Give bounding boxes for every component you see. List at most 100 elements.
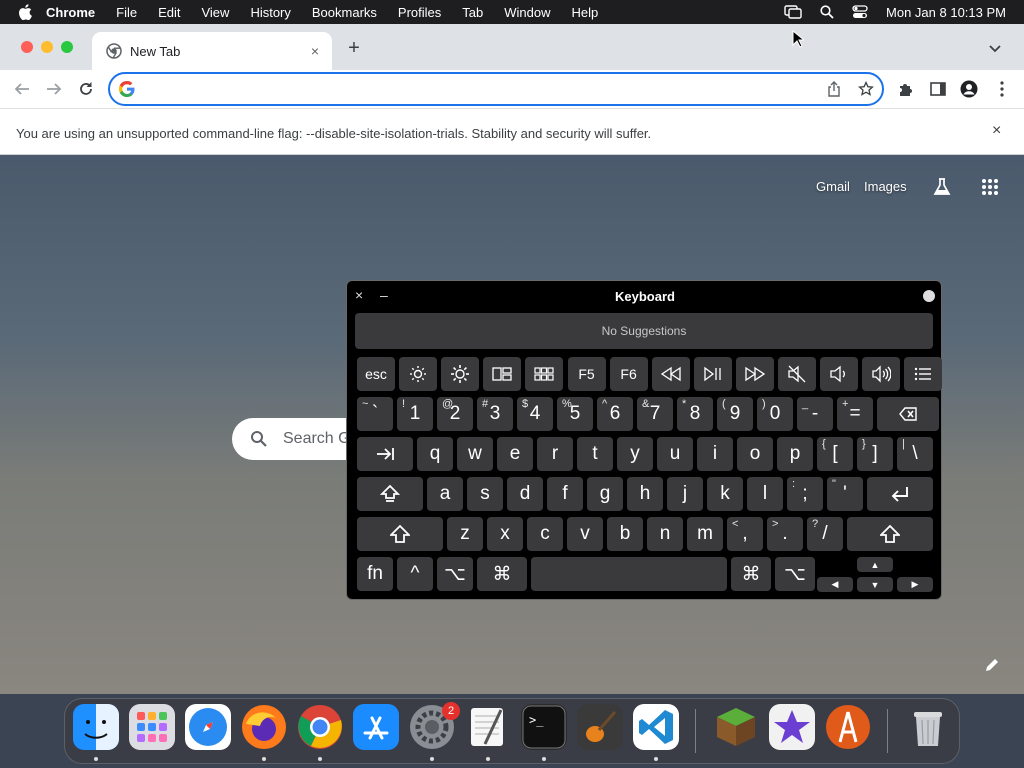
key-shift_row-10[interactable]: /? [807,517,843,551]
menu-file[interactable]: File [116,5,137,20]
key-arrow-right[interactable]: ▶ [897,577,933,592]
key-shift_row-11[interactable] [847,517,933,551]
tab-new-tab[interactable]: New Tab × [92,32,332,70]
key-qwerty_row-1[interactable]: q [417,437,453,471]
menu-tab[interactable]: Tab [462,5,483,20]
key-shift_row-1[interactable]: z [447,517,483,551]
labs-flask-icon[interactable] [932,177,952,197]
key-qwerty_row-0[interactable] [357,437,413,471]
key-bottom-0[interactable]: fn [357,557,393,591]
key-home_row-4[interactable]: f [547,477,583,511]
key-home_row-11[interactable]: ' " [827,477,863,511]
dock-safari[interactable] [185,704,231,750]
key-fn-row-8[interactable] [693,357,732,391]
key-fn-row-7[interactable] [651,357,690,391]
dock-textedit[interactable] [465,704,511,750]
key-qwerty_row-7[interactable]: u [657,437,693,471]
dock-terminal[interactable]: >_ [521,704,567,750]
dock-launchpad[interactable] [129,704,175,750]
menu-app-name[interactable]: Chrome [46,5,95,20]
forward-arrow-icon[interactable] [45,80,63,98]
key-fn-row-0[interactable]: esc [357,357,395,391]
more-menu-icon[interactable] [993,80,1011,98]
key-bottom-3[interactable]: ⌘ [477,557,527,591]
dock-anaconda[interactable] [825,704,871,750]
key-shift_row-4[interactable]: v [567,517,603,551]
key-number_row-12[interactable]: = + [837,397,873,431]
tab-search-chevron-icon[interactable] [988,41,1002,55]
dock-trash[interactable] [905,704,951,750]
menu-help[interactable]: Help [572,5,599,20]
key-home_row-9[interactable]: l [747,477,783,511]
key-qwerty_row-3[interactable]: e [497,437,533,471]
google-apps-grid-icon[interactable] [980,177,1000,197]
key-bottom-2[interactable]: ⌥ [437,557,473,591]
menubar-clock[interactable]: Mon Jan 8 10:13 PM [886,5,1006,20]
key-number_row-6[interactable]: 6 ^ [597,397,633,431]
dock-chrome[interactable] [297,704,343,750]
menu-bookmarks[interactable]: Bookmarks [312,5,377,20]
key-number_row-11[interactable]: - _ [797,397,833,431]
key-number_row-4[interactable]: 4 $ [517,397,553,431]
key-shift_row-9[interactable]: . > [767,517,803,551]
key-number_row-10[interactable]: 0) [757,397,793,431]
key-number_row-1[interactable]: 1! [397,397,433,431]
bookmark-star-icon[interactable] [858,81,874,97]
key-arrow-left[interactable]: ◀ [817,577,853,592]
key-home_row-3[interactable]: d [507,477,543,511]
key-number_row-3[interactable]: 3 # [477,397,513,431]
key-number_row-5[interactable]: 5% [557,397,593,431]
extensions-puzzle-icon[interactable] [897,80,915,98]
key-fn-row-13[interactable] [904,357,943,391]
profile-avatar-icon[interactable] [960,80,978,98]
key-home_row-5[interactable]: g [587,477,623,511]
key-qwerty_row-4[interactable]: r [537,437,573,471]
tab-close-icon[interactable]: × [308,44,322,58]
keyboard-options-icon[interactable] [923,290,935,302]
key-home_row-1[interactable]: a [427,477,463,511]
reload-icon[interactable] [77,80,95,98]
key-arrow-up[interactable]: ▲ [857,557,893,572]
key-qwerty_row-9[interactable]: o [737,437,773,471]
key-qwerty_row-5[interactable]: t [577,437,613,471]
key-qwerty_row-12[interactable]: ]} [857,437,893,471]
key-shift_row-0[interactable] [357,517,443,551]
key-number_row-7[interactable]: 7 & [637,397,673,431]
key-qwerty_row-10[interactable]: p [777,437,813,471]
key-fn-row-2[interactable] [441,357,480,391]
window-minimize-button[interactable] [41,41,53,53]
key-shift_row-6[interactable]: n [647,517,683,551]
dock-app-store[interactable] [353,704,399,750]
images-link[interactable]: Images [864,179,907,194]
key-qwerty_row-8[interactable]: i [697,437,733,471]
key-number_row-0[interactable]: ` ~ [357,397,393,431]
key-fn-row-3[interactable] [483,357,522,391]
key-home_row-7[interactable]: j [667,477,703,511]
key-shift_row-5[interactable]: b [607,517,643,551]
key-fn-row-5[interactable]: F5 [567,357,606,391]
screen-mirroring-icon[interactable] [784,5,802,19]
key-home_row-12[interactable] [867,477,933,511]
key-qwerty_row-13[interactable]: \ | [897,437,933,471]
control-center-icon[interactable] [852,5,868,19]
key-shift_row-8[interactable]: , < [727,517,763,551]
menu-edit[interactable]: Edit [158,5,180,20]
key-home_row-2[interactable]: s [467,477,503,511]
dock-firefox[interactable] [241,704,287,750]
back-arrow-icon[interactable] [13,80,31,98]
dock-minecraft[interactable] [713,704,759,750]
key-shift_row-3[interactable]: c [527,517,563,551]
share-icon[interactable] [826,81,842,97]
key-bottom-6[interactable]: ⌥ [775,557,815,591]
omnibox-input[interactable] [146,80,806,98]
dock-garageband[interactable] [577,704,623,750]
keyboard-viewer-window[interactable]: × – Keyboard No Suggestions esc F5 F6 ` ~1! 2… [346,280,943,600]
key-home_row-8[interactable]: k [707,477,743,511]
key-number_row-13[interactable] [877,397,939,431]
key-arrow-down[interactable]: ▼ [857,577,893,592]
key-number_row-2[interactable]: 2 @ [437,397,473,431]
key-fn-row-10[interactable] [778,357,816,391]
key-home_row-6[interactable]: h [627,477,663,511]
key-qwerty_row-2[interactable]: w [457,437,493,471]
key-home_row-0[interactable] [357,477,423,511]
